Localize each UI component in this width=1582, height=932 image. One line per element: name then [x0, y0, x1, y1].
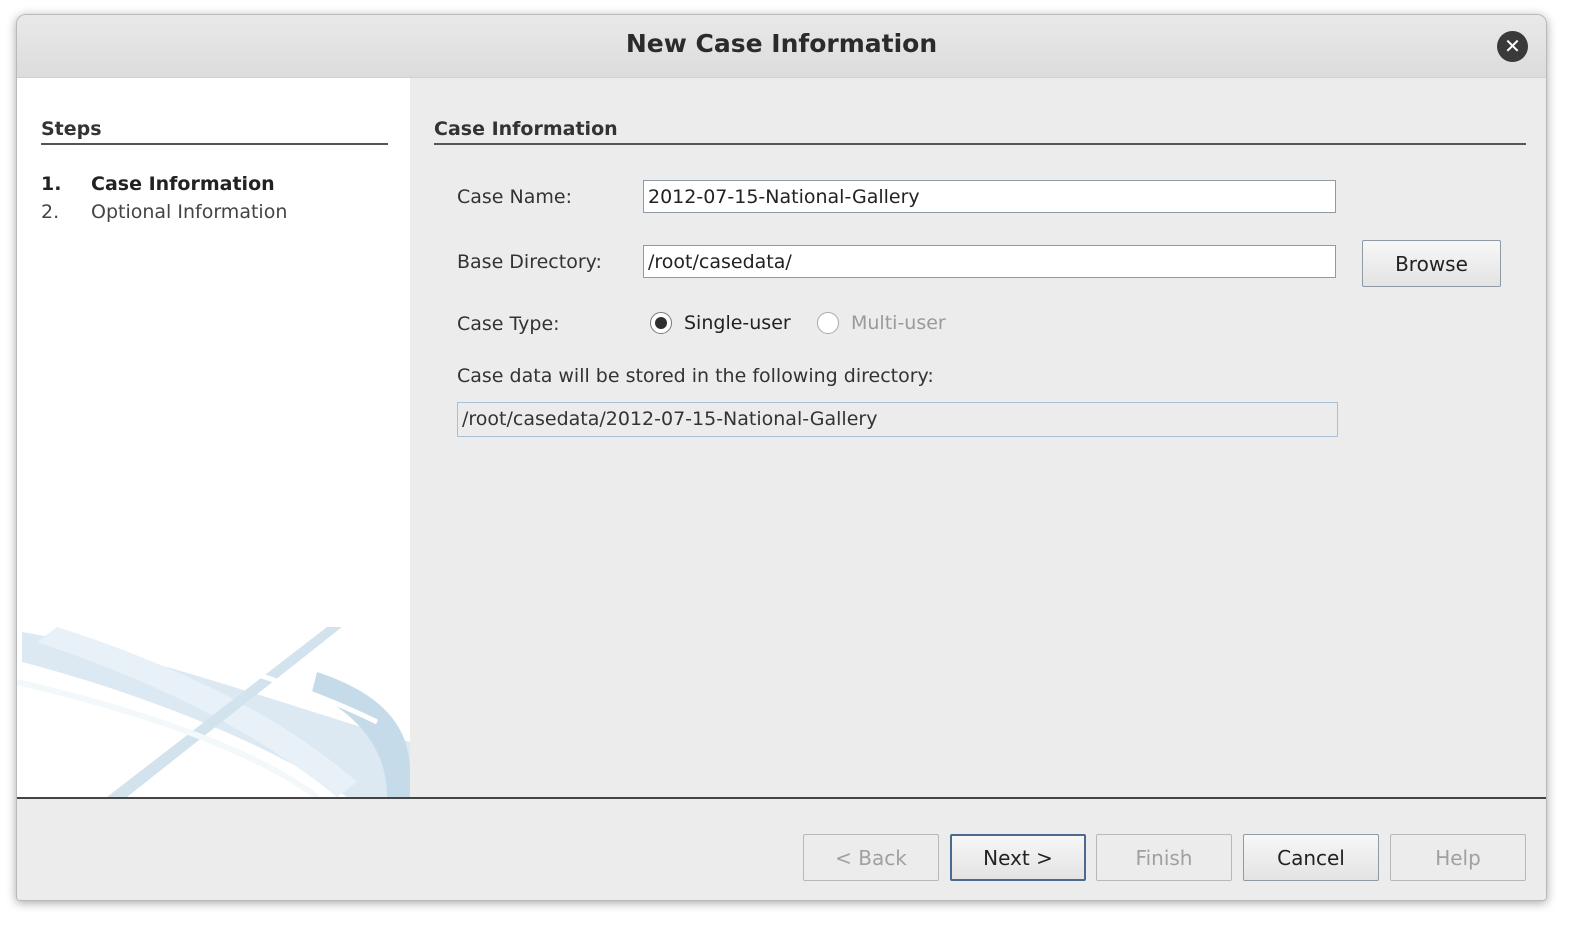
steps-sidebar: Steps 1. Case Information 2. Optional In…	[17, 78, 410, 797]
case-name-label: Case Name:	[457, 186, 572, 208]
steps-heading: Steps	[41, 118, 388, 145]
case-type-label: Case Type:	[457, 313, 560, 335]
multi-user-label: Multi-user	[851, 312, 946, 334]
multi-user-radio[interactable]: Multi-user	[817, 312, 946, 334]
step-number: 1.	[41, 173, 62, 195]
storage-directory-label: Case data will be stored in the followin…	[457, 365, 934, 387]
base-directory-input[interactable]	[643, 245, 1336, 278]
close-icon: ✕	[1504, 34, 1521, 58]
step-optional-information: 2. Optional Information	[41, 198, 287, 226]
case-name-input[interactable]	[643, 180, 1336, 213]
dialog-title: New Case Information	[625, 29, 938, 58]
browse-button[interactable]: Browse	[1362, 240, 1501, 287]
dialog-footer: < Back Next > Finish Cancel Help	[17, 797, 1546, 900]
radio-icon	[817, 312, 839, 334]
next-button[interactable]: Next >	[950, 834, 1086, 881]
steps-list: 1. Case Information 2. Optional Informat…	[41, 170, 287, 226]
close-button[interactable]: ✕	[1497, 31, 1528, 62]
back-button[interactable]: < Back	[803, 834, 939, 881]
case-information-panel: Case Information Case Name: Base Directo…	[410, 78, 1546, 797]
step-label: Optional Information	[91, 201, 288, 223]
decorative-swoosh-graphic	[17, 622, 410, 797]
cancel-button[interactable]: Cancel	[1243, 834, 1379, 881]
help-button[interactable]: Help	[1390, 834, 1526, 881]
step-label: Case Information	[91, 173, 275, 195]
single-user-label: Single-user	[684, 312, 791, 334]
radio-icon	[650, 312, 672, 334]
step-number: 2.	[41, 201, 60, 223]
base-directory-label: Base Directory:	[457, 251, 602, 273]
single-user-radio[interactable]: Single-user	[650, 312, 791, 334]
storage-directory-path: /root/casedata/2012-07-15-National-Galle…	[457, 402, 1338, 437]
finish-button[interactable]: Finish	[1096, 834, 1232, 881]
step-case-information: 1. Case Information	[41, 170, 287, 198]
section-title: Case Information	[434, 118, 1526, 145]
title-bar: New Case Information ✕	[17, 15, 1546, 78]
new-case-dialog: New Case Information ✕ Steps 1. Case Inf…	[16, 14, 1547, 901]
